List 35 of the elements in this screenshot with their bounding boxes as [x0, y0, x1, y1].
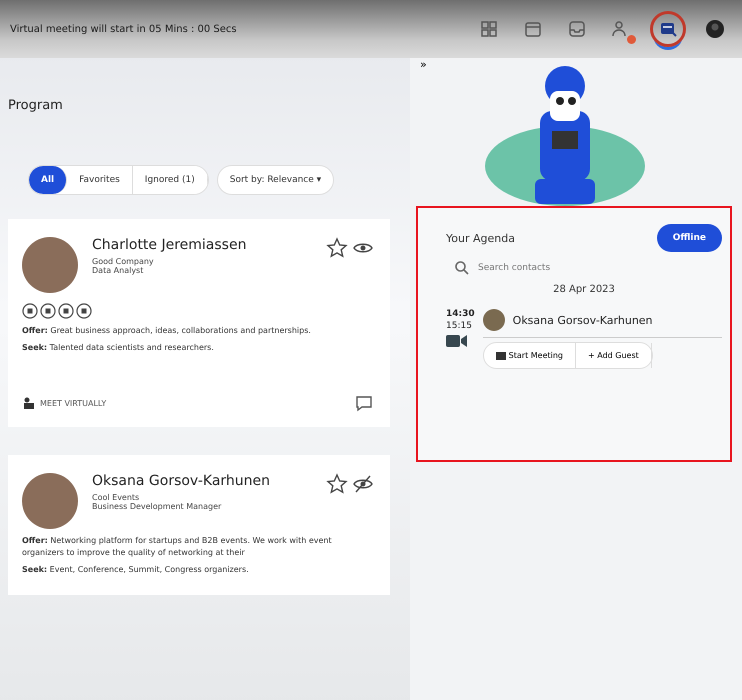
add-guest-button[interactable]: + Add Guest	[576, 343, 652, 368]
end-time: 15:15	[446, 321, 473, 331]
person-screen-icon	[22, 396, 36, 410]
person-name: Oksana Gorsov-Karhunen	[92, 473, 272, 490]
start-meeting-button[interactable]: Start Meeting	[484, 343, 576, 368]
contact-name: Oksana Gorsov-Karhunen	[512, 314, 653, 326]
video-camera-icon	[446, 333, 468, 349]
seek-text: Seek: Event, Conference, Summit, Congress organizers.	[22, 564, 250, 575]
person-name: Charlotte Jeremiassen	[92, 237, 248, 253]
grid-icon	[479, 19, 499, 39]
start-time: 14:30	[446, 309, 475, 319]
seek-text: Seek: Talented data scientists and researchers.	[22, 342, 215, 354]
avatar-icon	[705, 19, 725, 39]
countdown-text: Virtual meeting will start in 05 Mins : 00 Secs	[10, 24, 237, 34]
collapse-toggle[interactable]: »	[420, 58, 427, 71]
company-name: Good Company	[92, 257, 155, 266]
section-title: Program	[8, 98, 64, 113]
sort-dropdown[interactable]: Sort by: Relevance ▾	[216, 165, 334, 195]
agenda-button[interactable]	[650, 11, 686, 47]
avatar-placeholder	[482, 309, 505, 331]
inbox-icon	[567, 19, 587, 39]
filter-tab[interactable]: All	[29, 166, 68, 194]
meet-virtually-button[interactable]: MEET VIRTUALLY	[22, 396, 106, 410]
star-icon[interactable]	[326, 473, 348, 496]
search-icon	[454, 260, 470, 276]
star-icon[interactable]	[326, 237, 348, 259]
job-title: Business Development Manager	[92, 502, 222, 512]
offer-text: Offer: Great business approach, ideas, collaborations and partnerships.	[22, 325, 312, 336]
agenda-date: 28 Apr 2023	[552, 284, 616, 295]
offer-text: Offer: Networking platform for startups and B2B events. We work with event organizers to improve the quality of networking at their	[22, 535, 333, 558]
company-name: Cool Events	[92, 493, 140, 502]
job-title: Data Analyst	[92, 266, 144, 275]
search-field[interactable]: Search contacts	[476, 262, 640, 274]
status-button[interactable]: Offline	[656, 224, 722, 252]
agenda-title: Your Agenda	[446, 232, 515, 244]
